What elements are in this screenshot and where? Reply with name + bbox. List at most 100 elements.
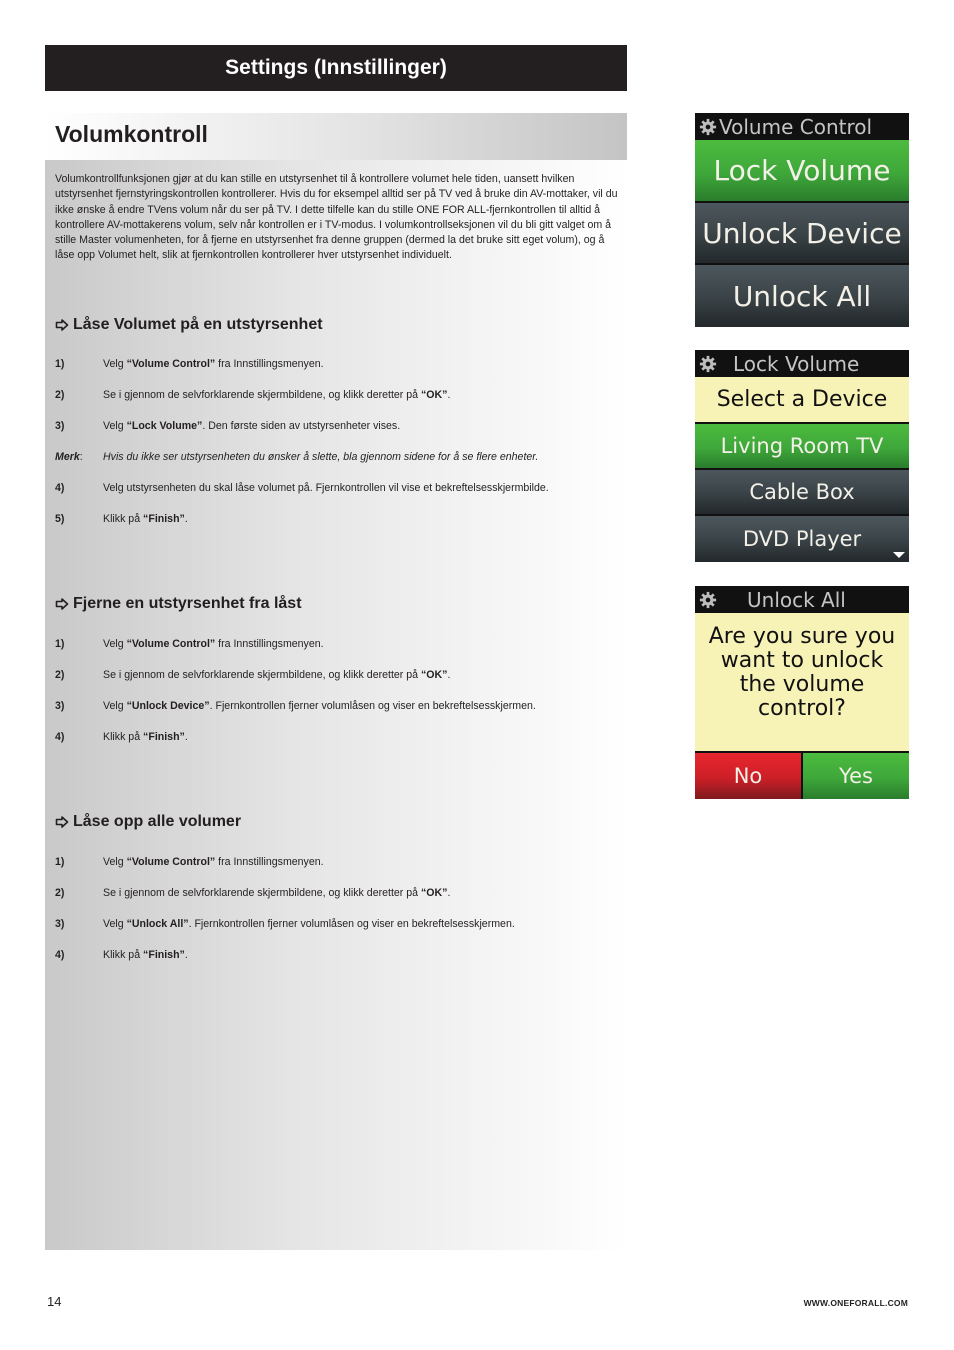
- screen-title-bar: Lock Volume: [695, 350, 909, 377]
- screen-title-bar: Unlock All: [695, 586, 909, 613]
- step-text-part: fra Innstillingsmenyen.: [215, 638, 324, 650]
- confirm-message: Are you sure you want to unlock the volu…: [695, 613, 909, 753]
- step-row: 1) Velg “Volume Control” fra Innstillings…: [55, 638, 625, 650]
- step-text-part: .: [447, 669, 451, 681]
- banner-title: Settings (Innstillinger): [225, 56, 447, 79]
- screen-volume-control: Volume Control Lock Volume Unlock Device…: [695, 113, 909, 327]
- step-text-part: fra Innstillingsmenyen.: [215, 856, 324, 868]
- step-text-part: Velg: [103, 918, 127, 930]
- device-label: DVD Player: [742, 527, 862, 551]
- lock-volume-button[interactable]: Lock Volume: [695, 140, 909, 203]
- step-number: 2): [55, 389, 65, 401]
- page-number: 14: [47, 1294, 62, 1309]
- button-label: Unlock All: [732, 279, 872, 313]
- step-emphasis: “Unlock Device”: [126, 700, 210, 712]
- subsection-heading: Låse Volumet på en utstyrsenhet: [55, 316, 323, 334]
- button-label: Lock Volume: [713, 154, 891, 187]
- section-header: Volumkontroll: [45, 113, 627, 160]
- device-label: Living Room TV: [720, 434, 884, 458]
- screen-title: Lock Volume: [733, 351, 860, 376]
- step-row: 4) Velg utstyrsenheten du skal låse volum…: [55, 482, 625, 494]
- step-text-part: Klikk på: [103, 949, 144, 961]
- yes-button[interactable]: Yes: [801, 753, 909, 799]
- step-row: 4) Klikk på “Finish”.: [55, 949, 625, 961]
- step-text-part: Se i gjennom de selvforklarende skjermbi…: [103, 389, 421, 401]
- step-text-part: . Den første siden av utstyrsenheter vis…: [202, 420, 401, 432]
- step-text: Velg “Volume Control” fra Innstillingsme…: [103, 358, 324, 370]
- step-text-part: Velg: [103, 420, 127, 432]
- step-emphasis: “OK”: [420, 389, 448, 401]
- step-text: Klikk på “Finish”.: [103, 949, 188, 961]
- step-number: 3): [55, 700, 65, 712]
- arrow-right-icon: [55, 816, 69, 828]
- subsection-title: Låse opp alle volumer: [73, 813, 242, 830]
- step-row: 2) Se i gjennom de selvforklarende skjerm…: [55, 669, 625, 681]
- step-text: Klikk på “Finish”.: [103, 731, 188, 743]
- prompt-label: Select a Device: [716, 387, 888, 412]
- step-text-part: Se i gjennom de selvforklarende skjermbi…: [103, 669, 421, 681]
- step-text-part: Klikk på: [103, 731, 144, 743]
- website-url[interactable]: WWW.ONEFORALL.COM: [804, 1298, 908, 1308]
- step-emphasis: “Volume Control”: [126, 638, 216, 650]
- no-button[interactable]: No: [695, 753, 801, 799]
- device-item-living-room-tv[interactable]: Living Room TV: [695, 424, 909, 470]
- unlock-device-button[interactable]: Unlock Device: [695, 203, 909, 265]
- step-text: Velg “Volume Control” fra Innstillingsme…: [103, 638, 324, 650]
- step-text: Velg “Lock Volume”. Den første siden av …: [103, 420, 400, 432]
- step-emphasis: “Volume Control”: [126, 358, 216, 370]
- step-row: 3) Velg “Lock Volume”. Den første siden a…: [55, 420, 625, 432]
- note-text: Hvis du ikke ser utstyrsenheten du ønske…: [103, 451, 539, 463]
- step-text-part: .: [184, 731, 188, 743]
- step-text-part: Velg: [103, 638, 127, 650]
- step-text: Se i gjennom de selvforklarende skjermbi…: [103, 389, 450, 401]
- subsection-heading: Låse opp alle volumer: [55, 813, 241, 831]
- step-emphasis: “Finish”: [143, 731, 185, 743]
- page-banner: Settings (Innstillinger): [45, 45, 627, 91]
- step-text: Klikk på “Finish”.: [103, 513, 188, 525]
- step-text-part: .: [184, 949, 188, 961]
- step-emphasis: “OK”: [420, 669, 448, 681]
- step-number: 1): [55, 638, 65, 650]
- device-label: Cable Box: [749, 480, 855, 504]
- step-number: 2): [55, 887, 65, 899]
- screen-title-bar: Volume Control: [695, 113, 909, 140]
- unlock-all-button[interactable]: Unlock All: [695, 265, 909, 327]
- note-row: Merk: Hvis du ikke ser utstyrsenheten du …: [55, 451, 625, 463]
- step-text: Se i gjennom de selvforklarende skjermbi…: [103, 887, 450, 899]
- select-device-prompt: Select a Device: [695, 377, 909, 424]
- step-number: 3): [55, 918, 65, 930]
- note-label-wrap: Merk:: [55, 451, 103, 463]
- gear-icon: [699, 591, 717, 608]
- step-text-part: Velg: [103, 856, 127, 868]
- step-number: 1): [55, 358, 65, 370]
- arrow-right-icon: [55, 598, 69, 610]
- step-number: 1): [55, 856, 65, 868]
- button-label: No: [733, 764, 763, 788]
- step-row: 5) Klikk på “Finish”.: [55, 513, 625, 525]
- step-row: 1) Velg “Volume Control” fra Innstillings…: [55, 358, 625, 370]
- step-emphasis: “Finish”: [143, 949, 185, 961]
- button-label: Yes: [839, 764, 873, 788]
- step-text-part: Se i gjennom de selvforklarende skjermbi…: [103, 887, 421, 899]
- scroll-down-icon[interactable]: [893, 552, 905, 558]
- step-text: Velg utstyrsenheten du skal låse volumet…: [103, 482, 549, 494]
- step-number: 4): [55, 482, 65, 494]
- gear-icon: [699, 355, 717, 372]
- step-text: Se i gjennom de selvforklarende skjermbi…: [103, 669, 450, 681]
- step-row: 2) Se i gjennom de selvforklarende skjerm…: [55, 887, 625, 899]
- step-text-part: .: [447, 389, 451, 401]
- gear-icon: [699, 118, 717, 135]
- section-title: Volumkontroll: [55, 121, 208, 147]
- step-number: 4): [55, 731, 65, 743]
- device-item-dvd-player[interactable]: DVD Player: [695, 516, 909, 562]
- step-text: Velg “Volume Control” fra Innstillingsme…: [103, 856, 324, 868]
- device-item-cable-box[interactable]: Cable Box: [695, 470, 909, 516]
- button-label: Unlock Device: [702, 216, 902, 250]
- step-text-part: . Fjernkontrollen fjerner volumlåsen og …: [209, 700, 536, 712]
- main-panel: Volumkontroll Volumkontrollfunksjonen gj…: [45, 113, 627, 1250]
- step-row: 1) Velg “Volume Control” fra Innstillings…: [55, 856, 625, 868]
- step-text: Velg “Unlock Device”. Fjernkontrollen fj…: [103, 700, 536, 712]
- step-text-part: Velg utstyrsenheten du skal låse volumet…: [103, 482, 549, 494]
- step-text-part: . Fjernkontrollen fjerner volumlåsen og …: [188, 918, 515, 930]
- subsection-heading: Fjerne en utstyrsenhet fra låst: [55, 595, 302, 613]
